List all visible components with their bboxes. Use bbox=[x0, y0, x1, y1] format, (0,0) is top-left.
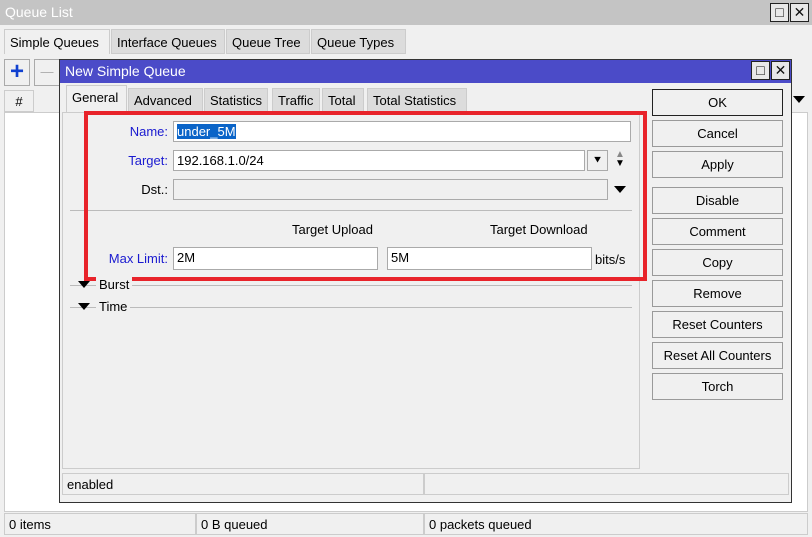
remove-icon[interactable]: — bbox=[34, 59, 60, 86]
maximize-button[interactable]: □ bbox=[770, 3, 789, 22]
reset-counters-button[interactable]: Reset Counters bbox=[652, 311, 783, 338]
status-items: 0 items bbox=[4, 513, 196, 535]
time-line bbox=[70, 307, 632, 308]
copy-button[interactable]: Copy bbox=[652, 249, 783, 276]
tab-total[interactable]: Total bbox=[322, 88, 364, 112]
burst-expand-icon[interactable] bbox=[78, 281, 90, 288]
tab-statistics[interactable]: Statistics bbox=[204, 88, 268, 112]
dialog-close-button[interactable]: ✕ bbox=[771, 61, 790, 80]
apply-button[interactable]: Apply bbox=[652, 151, 783, 178]
status-packets: 0 packets queued bbox=[424, 513, 808, 535]
torch-button[interactable]: Torch bbox=[652, 373, 783, 400]
dialog-status: enabled bbox=[62, 473, 424, 495]
highlight-box bbox=[84, 111, 647, 281]
dialog-titlebar: New Simple Queue bbox=[60, 60, 791, 83]
burst-section[interactable]: Burst bbox=[96, 277, 133, 292]
add-icon[interactable]: + bbox=[4, 59, 30, 86]
tab-advanced[interactable]: Advanced bbox=[128, 88, 203, 112]
tab-queue-tree[interactable]: Queue Tree bbox=[226, 29, 310, 54]
dialog-maximize-button[interactable]: □ bbox=[751, 61, 770, 80]
tab-interface-queues[interactable]: Interface Queues bbox=[111, 29, 225, 54]
window-title: Queue List bbox=[5, 4, 73, 20]
time-section[interactable]: Time bbox=[96, 299, 131, 314]
close-button[interactable]: ✕ bbox=[790, 3, 809, 22]
comment-button[interactable]: Comment bbox=[652, 218, 783, 245]
remove-button[interactable]: Remove bbox=[652, 280, 783, 307]
tab-simple-queues[interactable]: Simple Queues bbox=[4, 29, 110, 54]
status-queued: 0 B queued bbox=[196, 513, 424, 535]
column-dropdown-icon[interactable] bbox=[793, 96, 805, 103]
time-expand-icon[interactable] bbox=[78, 303, 90, 310]
dialog-title: New Simple Queue bbox=[65, 63, 186, 79]
column-header-number[interactable]: # bbox=[4, 90, 34, 112]
burst-line bbox=[70, 285, 632, 286]
disable-button[interactable]: Disable bbox=[652, 187, 783, 214]
tab-queue-types[interactable]: Queue Types bbox=[311, 29, 406, 54]
queue-list-titlebar: Queue List bbox=[0, 0, 812, 25]
cancel-button[interactable]: Cancel bbox=[652, 120, 783, 147]
ok-button[interactable]: OK bbox=[652, 89, 783, 116]
dialog-status-right bbox=[424, 473, 789, 495]
tab-total-statistics[interactable]: Total Statistics bbox=[367, 88, 467, 112]
tab-traffic[interactable]: Traffic bbox=[272, 88, 320, 112]
tab-general[interactable]: General bbox=[66, 85, 127, 112]
reset-all-counters-button[interactable]: Reset All Counters bbox=[652, 342, 783, 369]
